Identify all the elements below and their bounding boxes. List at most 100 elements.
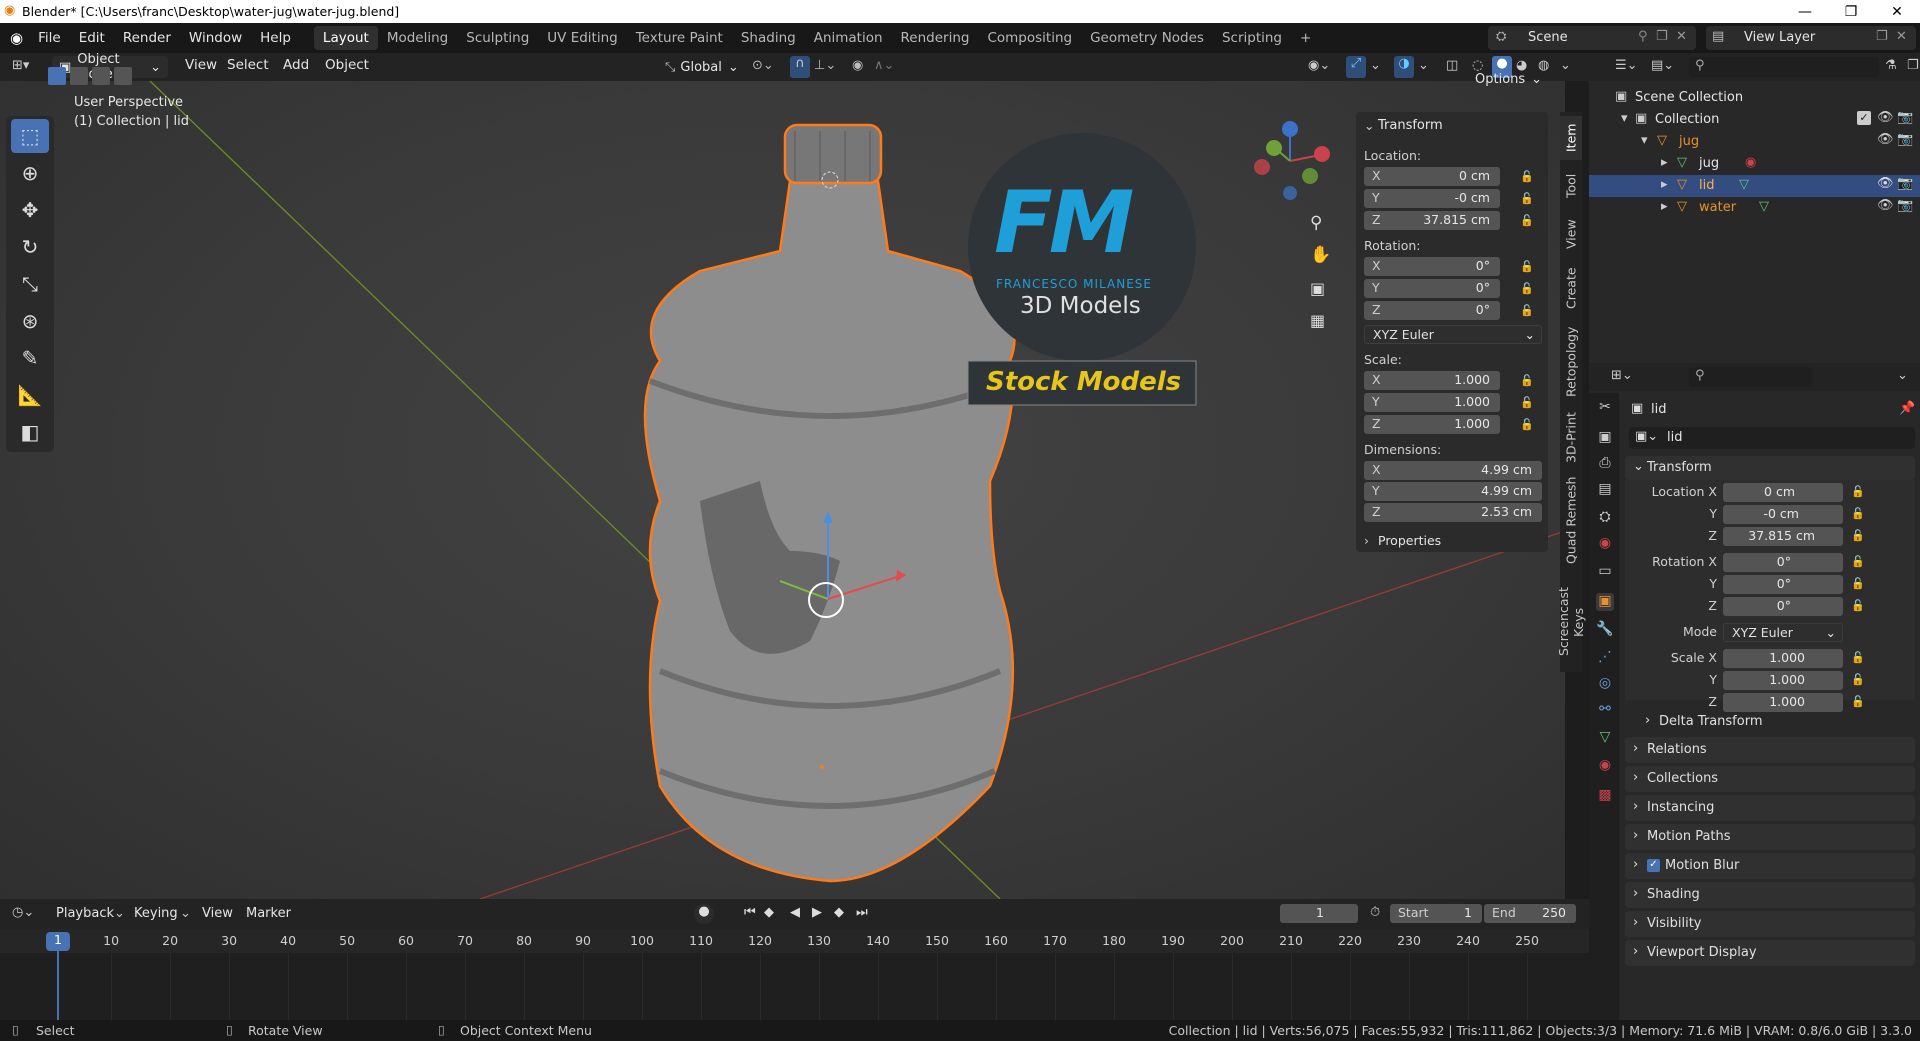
new-view-layer-icon[interactable]: ❐ — [1876, 29, 1888, 44]
add-cube-tool-icon[interactable]: ◧ — [11, 415, 49, 449]
pin-icon[interactable]: 📌 — [1899, 401, 1915, 416]
lock-icon[interactable]: 🔓 — [1851, 673, 1865, 687]
viewport-display-section[interactable]: › Viewport Display — [1625, 940, 1915, 966]
modifier-icon[interactable]: 🔧 — [1596, 621, 1614, 639]
eye-icon[interactable]: 👁 — [1877, 198, 1894, 213]
stopwatch-icon[interactable]: ⏱ — [1370, 905, 1380, 920]
collection-props-icon[interactable]: ▭ — [1596, 563, 1614, 581]
view-layer-selector[interactable]: ▤ View Layer ❐ ✕ — [1706, 26, 1916, 50]
scale-x-field[interactable]: 1.000 — [1723, 649, 1843, 668]
menu-object[interactable]: Object — [316, 57, 378, 73]
chevron-right-icon[interactable]: ▸ — [1661, 177, 1668, 192]
remove-scene-icon[interactable]: ✕ — [1676, 29, 1687, 44]
outliner-row-lid[interactable]: ▸ ▽ lid ▽ 👁 📷 — [1589, 175, 1920, 197]
move-tool-icon[interactable]: ✥ — [11, 193, 49, 227]
camera-icon[interactable]: 📷 — [1897, 176, 1913, 191]
minimize-button[interactable]: — — [1782, 0, 1828, 23]
options-dropdown[interactable]: Options ⌄ — [1468, 68, 1560, 90]
tab-screencast-keys[interactable]: Screencast Keys — [1556, 572, 1586, 672]
motion-blur-section[interactable]: › ✓ Motion Blur — [1625, 853, 1915, 879]
chevron-right-icon[interactable]: › — [1364, 533, 1369, 548]
record-icon[interactable]: ● — [694, 904, 714, 924]
falloff-icon[interactable]: ∧⌄ — [874, 58, 894, 73]
output-icon[interactable]: ⎙ — [1596, 455, 1614, 473]
material-icon[interactable]: ◉ — [1596, 757, 1614, 775]
prev-keyframe-icon[interactable]: ◆ — [764, 905, 774, 920]
navigation-gizmo[interactable] — [1246, 119, 1336, 209]
tab-shading[interactable]: Shading — [732, 26, 805, 50]
editor-type-icon[interactable]: ⊞▾ — [12, 58, 29, 73]
data-icon[interactable]: ▽ — [1596, 729, 1614, 747]
lock-icon[interactable]: 🔓 — [1520, 282, 1534, 296]
ortho-grid-icon[interactable]: ▦ — [1310, 311, 1325, 330]
select-new-icon[interactable] — [48, 67, 66, 85]
menu-window[interactable]: Window — [180, 30, 251, 46]
tab-3d-print[interactable]: 3D-Print — [1560, 408, 1582, 468]
rotation-z-field[interactable]: 0° — [1723, 597, 1843, 616]
eye-icon[interactable]: 👁 — [1877, 110, 1894, 125]
rotation-y-field[interactable]: Y 0° — [1364, 279, 1500, 298]
rotation-y-field[interactable]: 0° — [1723, 575, 1843, 594]
dimensions-y-field[interactable]: Y 4.99 cm — [1364, 482, 1542, 501]
physics-icon[interactable]: ◎ — [1596, 675, 1614, 693]
tab-view[interactable]: View — [1560, 212, 1582, 256]
motion-paths-section[interactable]: › Motion Paths — [1625, 824, 1915, 850]
delta-transform-section[interactable]: › Delta Transform — [1639, 709, 1915, 735]
chevron-right-icon[interactable]: ▸ — [1661, 199, 1668, 214]
camera-icon[interactable]: 📷 — [1897, 198, 1913, 213]
frame-ruler[interactable]: 10 20 30 40 50 60 70 80 90 100 110 120 130 140 150 160 1… — [0, 929, 1589, 953]
menu-playback[interactable]: Playback — [56, 906, 114, 921]
chevron-down-icon[interactable]: ⌄ — [1560, 58, 1571, 73]
properties-section[interactable]: Properties — [1378, 533, 1441, 548]
lock-icon[interactable]: 🔓 — [1520, 374, 1534, 388]
current-frame-field[interactable]: 1 — [1280, 904, 1358, 923]
timeline-area[interactable] — [0, 953, 1589, 1021]
checkbox-icon[interactable]: ✓ — [1857, 111, 1871, 125]
menu-add[interactable]: Add — [274, 57, 318, 73]
clock-editor-icon[interactable]: ◷⌄ — [12, 905, 34, 920]
transform-tool-icon[interactable]: ⊛ — [11, 304, 49, 338]
properties-search-input[interactable]: ⚲ — [1689, 367, 1813, 387]
chevron-down-icon[interactable]: ▾ — [1621, 111, 1628, 126]
dimensions-x-field[interactable]: X 4.99 cm — [1364, 461, 1542, 480]
eye-icon[interactable]: 👁 — [1877, 132, 1894, 147]
scene-icon[interactable]: ⛭ — [1596, 509, 1614, 527]
chevron-down-icon[interactable]: ▾ — [1641, 133, 1648, 148]
start-frame-field[interactable]: Start 1 — [1390, 904, 1482, 923]
select-intersect-icon[interactable] — [114, 67, 132, 85]
playhead-frame[interactable]: 1 — [46, 932, 70, 951]
tab-rendering[interactable]: Rendering — [892, 26, 979, 50]
add-workspace-button[interactable]: + — [1291, 26, 1320, 50]
constraints-icon[interactable]: ⚯ — [1596, 701, 1614, 719]
rotate-tool-icon[interactable]: ↻ — [11, 230, 49, 264]
select-subtract-icon[interactable] — [92, 67, 110, 85]
menu-help[interactable]: Help — [251, 30, 300, 46]
scale-x-field[interactable]: X 1.000 — [1364, 371, 1500, 390]
lock-icon[interactable]: 🔓 — [1851, 695, 1865, 709]
tool-settings-icon[interactable]: ✂ — [1596, 399, 1614, 417]
lock-icon[interactable]: 🔓 — [1851, 599, 1865, 613]
tab-item[interactable]: Item — [1560, 116, 1582, 160]
camera-icon[interactable]: 📷 — [1897, 110, 1913, 125]
lock-icon[interactable]: 🔓 — [1520, 260, 1534, 274]
tab-create[interactable]: Create — [1560, 260, 1582, 316]
new-scene-icon[interactable]: ❐ — [1656, 29, 1668, 44]
menu-timeline-view[interactable]: View — [202, 906, 233, 921]
measure-tool-icon[interactable]: 📐 — [11, 378, 49, 412]
xray-icon[interactable]: ◫ — [1446, 58, 1458, 73]
rotation-x-field[interactable]: X 0° — [1364, 257, 1500, 276]
relations-section[interactable]: › Relations — [1625, 737, 1915, 763]
camera-icon[interactable]: 📷 — [1897, 132, 1913, 147]
location-x-field[interactable]: X 0 cm — [1364, 167, 1500, 186]
location-y-field[interactable]: -0 cm — [1723, 505, 1843, 524]
close-button[interactable]: ✕ — [1874, 0, 1920, 23]
visibility-section[interactable]: › Visibility — [1625, 911, 1915, 937]
snap-target-icon[interactable]: ⊥⌄ — [814, 58, 836, 73]
pin-icon[interactable]: ⚲ — [1638, 29, 1648, 44]
tab-scripting[interactable]: Scripting — [1213, 26, 1291, 50]
pan-hand-icon[interactable]: ✋ — [1310, 245, 1331, 265]
lock-icon[interactable]: 🔓 — [1520, 214, 1534, 228]
3d-viewport[interactable]: FM FRANCESCO MILANESE 3D Models Stock Mo… — [0, 67, 1565, 899]
tab-animation[interactable]: Animation — [805, 26, 892, 50]
lock-icon[interactable]: 🔓 — [1520, 192, 1534, 206]
